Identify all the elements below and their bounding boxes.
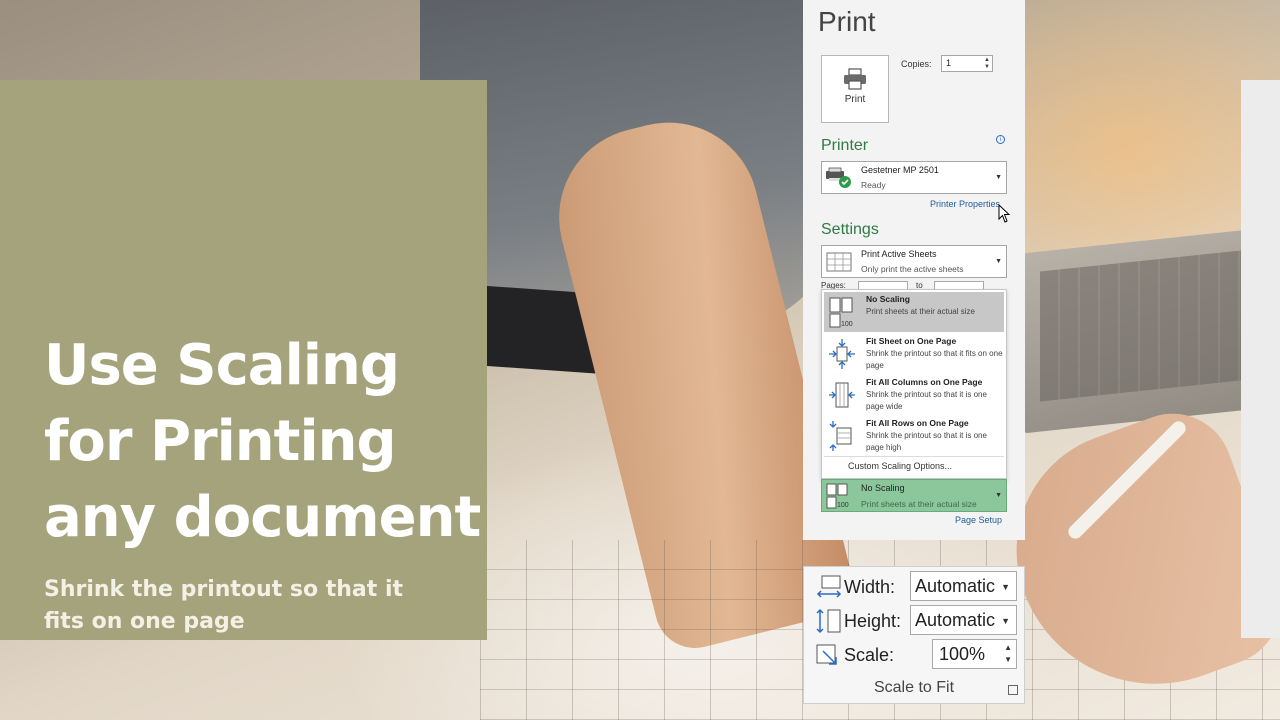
- mouse-cursor-icon: [998, 204, 1011, 223]
- scale-value: 100%: [939, 644, 986, 664]
- scale-to-fit-group: Width: Automatic ▼ Height: Automatic ▼ S…: [803, 566, 1025, 704]
- chevron-down-icon: ▼: [995, 492, 1002, 499]
- print-what-dropdown[interactable]: Print Active Sheets Only print the activ…: [821, 245, 1007, 278]
- scaling-current-title: No Scaling: [861, 483, 905, 493]
- width-select[interactable]: Automatic ▼: [910, 571, 1017, 601]
- fit-columns-icon: [828, 379, 856, 411]
- dialog-launcher-icon[interactable]: [1008, 685, 1018, 695]
- pages-label: Pages:: [821, 281, 846, 289]
- copies-value: 1: [946, 58, 952, 68]
- scaling-option-desc: Shrink the printout so that it is one pa…: [866, 431, 987, 452]
- scale-spinner[interactable]: 100% ▲ ▼: [932, 639, 1017, 669]
- height-select[interactable]: Automatic ▼: [910, 605, 1017, 635]
- scaling-option-fit-rows[interactable]: Fit All Rows on One Page Shrink the prin…: [824, 416, 1004, 456]
- pages-from-input[interactable]: [858, 281, 908, 289]
- scaling-menu: 100 No Scaling Print sheets at their act…: [821, 289, 1007, 479]
- width-icon: [814, 574, 842, 600]
- settings-heading: Settings: [821, 221, 879, 238]
- svg-text:100: 100: [837, 502, 849, 509]
- scale-icon: [814, 642, 842, 668]
- copies-spinner[interactable]: ▲ ▼: [984, 57, 990, 71]
- scaling-option-title: No Scaling: [866, 294, 910, 304]
- scale-spinner-arrows[interactable]: ▲ ▼: [1004, 642, 1012, 666]
- title-card: Use Scaling for Printing any document Sh…: [0, 80, 487, 640]
- headline: Use Scaling for Printing any document: [44, 328, 484, 556]
- right-edge-panel: [1241, 80, 1280, 638]
- no-scaling-icon: 100: [825, 483, 853, 509]
- height-row: Height: Automatic ▼: [812, 605, 1022, 635]
- printer-name: Gestetner MP 2501: [861, 165, 939, 175]
- print-button[interactable]: Print: [821, 55, 889, 123]
- no-scaling-icon: 100: [828, 296, 856, 328]
- scaling-option-no-scaling[interactable]: 100 No Scaling Print sheets at their act…: [824, 292, 1004, 332]
- scaling-option-fit-sheet[interactable]: Fit Sheet on One Page Shrink the printou…: [824, 334, 1004, 374]
- chevron-down-icon: ▼: [1001, 582, 1010, 592]
- chevron-down-icon: ▼: [1001, 616, 1010, 626]
- pages-to-label: to: [916, 281, 923, 289]
- height-value: Automatic: [915, 610, 996, 630]
- scale-row: Scale: 100% ▲ ▼: [812, 639, 1022, 669]
- subtitle-line: fits on one page: [44, 609, 245, 634]
- width-row: Width: Automatic ▼: [812, 571, 1022, 601]
- menu-separator: [824, 456, 1004, 457]
- scaling-option-desc: Print sheets at their actual size: [866, 307, 975, 316]
- printer-ready-icon: [825, 167, 853, 189]
- scaling-option-desc: Shrink the printout so that it fits on o…: [866, 349, 1003, 370]
- headline-line: for Printing: [44, 409, 397, 474]
- fit-sheet-icon: [828, 338, 856, 370]
- scaling-option-fit-columns[interactable]: Fit All Columns on One Page Shrink the p…: [824, 375, 1004, 415]
- width-label: Width:: [844, 577, 896, 597]
- print-panel: Print Print Copies: 1 ▲▼ Printer i Gest: [803, 0, 1025, 540]
- print-what-title: Print Active Sheets: [861, 249, 937, 259]
- svg-text:100: 100: [841, 321, 853, 328]
- pages-to-input[interactable]: [934, 281, 984, 289]
- page-setup-link[interactable]: Page Setup: [955, 515, 1002, 525]
- info-icon[interactable]: i: [996, 135, 1005, 144]
- chevron-down-icon: ▼: [995, 258, 1002, 265]
- print-panel-title: Print: [818, 6, 876, 37]
- copies-input[interactable]: 1 ▲ ▼: [941, 55, 993, 72]
- sheets-icon: [825, 251, 853, 273]
- printer-properties-link[interactable]: Printer Properties: [930, 199, 1000, 209]
- scaling-option-title: Fit All Columns on One Page: [866, 377, 983, 387]
- printer-status: Ready: [861, 180, 886, 190]
- chevron-down-icon: ▼: [995, 174, 1002, 181]
- height-icon: [814, 608, 842, 634]
- scaling-current-desc: Print sheets at their actual size: [861, 499, 977, 509]
- print-button-label: Print: [844, 94, 866, 105]
- scaling-option-title: Fit All Rows on One Page: [866, 418, 969, 428]
- printer-icon: [842, 68, 868, 90]
- height-label: Height:: [844, 611, 902, 631]
- headline-line: any document: [44, 485, 481, 550]
- custom-scaling-options[interactable]: Custom Scaling Options...: [848, 461, 952, 471]
- subtitle: Shrink the printout so that it fits on o…: [44, 574, 444, 638]
- scaling-option-desc: Shrink the printout so that it is one pa…: [866, 390, 987, 411]
- scale-label: Scale:: [844, 645, 895, 665]
- pages-row: Pages: to: [821, 281, 1007, 289]
- scale-to-fit-label: Scale to Fit: [873, 679, 955, 696]
- print-what-desc: Only print the active sheets: [861, 264, 964, 274]
- scaling-option-title: Fit Sheet on One Page: [866, 336, 957, 346]
- printer-heading: Printer: [821, 137, 869, 154]
- width-value: Automatic: [915, 576, 996, 596]
- copies-label: Copies:: [901, 59, 932, 69]
- headline-line: Use Scaling: [44, 333, 400, 398]
- printer-dropdown[interactable]: Gestetner MP 2501 Ready ▼: [821, 161, 1007, 194]
- fit-rows-icon: [828, 420, 856, 452]
- scaling-dropdown[interactable]: 100 No Scaling Print sheets at their act…: [821, 479, 1007, 512]
- subtitle-line: Shrink the printout so that it: [44, 577, 404, 602]
